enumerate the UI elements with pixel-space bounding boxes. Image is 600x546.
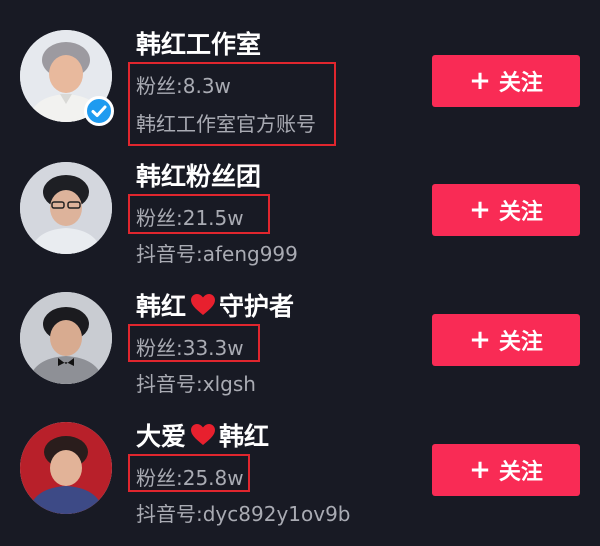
avatar[interactable]	[20, 292, 112, 384]
follow-button[interactable]: + 关注	[432, 444, 580, 496]
account-row[interactable]: 韩红工作室 粉丝:8.3w 韩红工作室官方账号 + 关注	[0, 0, 600, 146]
follow-button-label: 关注	[498, 330, 543, 355]
avatar[interactable]	[20, 162, 112, 254]
account-name[interactable]: 韩红粉丝团	[136, 158, 261, 192]
account-row[interactable]: 韩红粉丝团 粉丝:21.5w 抖音号:afeng999 + 关注	[0, 132, 600, 266]
heart-icon	[190, 423, 216, 447]
account-name-part: 韩红	[136, 292, 187, 321]
account-name-text: 韩红粉丝团	[136, 162, 262, 191]
account-name-text: 韩红工作室	[136, 30, 262, 59]
plus-icon: +	[469, 325, 491, 355]
follow-button-label: 关注	[498, 460, 543, 485]
account-name-part: 守护者	[219, 292, 295, 321]
follow-button-label: 关注	[498, 71, 543, 96]
douyin-id: 抖音号:dyc892y1ov9b	[136, 502, 351, 526]
verified-badge-icon	[84, 96, 114, 126]
account-name[interactable]: 大爱 韩红	[136, 418, 269, 452]
follow-button[interactable]: + 关注	[432, 55, 580, 107]
heart-icon	[190, 293, 216, 317]
avatar[interactable]	[20, 422, 112, 514]
plus-icon: +	[469, 195, 491, 225]
plus-icon: +	[469, 455, 491, 485]
follow-button[interactable]: + 关注	[432, 314, 580, 366]
plus-icon: +	[469, 66, 491, 96]
account-row[interactable]: 大爱 韩红 粉丝:25.8w 抖音号:dyc892y1ov9b + 关注	[0, 392, 600, 526]
account-list: 韩红工作室 粉丝:8.3w 韩红工作室官方账号 + 关注 韩红粉丝团 粉丝:21…	[0, 0, 600, 546]
highlight-box	[128, 194, 270, 234]
account-row[interactable]: 韩红 守护者 粉丝:33.3w 抖音号:xlgsh + 关注	[0, 262, 600, 396]
account-name-part: 大爱	[136, 422, 187, 451]
account-name[interactable]: 韩红 守护者	[136, 288, 294, 322]
account-name-part: 韩红	[219, 422, 270, 451]
highlight-box	[128, 324, 260, 362]
follow-button-label: 关注	[498, 200, 543, 225]
follow-button[interactable]: + 关注	[432, 184, 580, 236]
highlight-box	[128, 454, 250, 492]
account-name[interactable]: 韩红工作室	[136, 26, 261, 60]
